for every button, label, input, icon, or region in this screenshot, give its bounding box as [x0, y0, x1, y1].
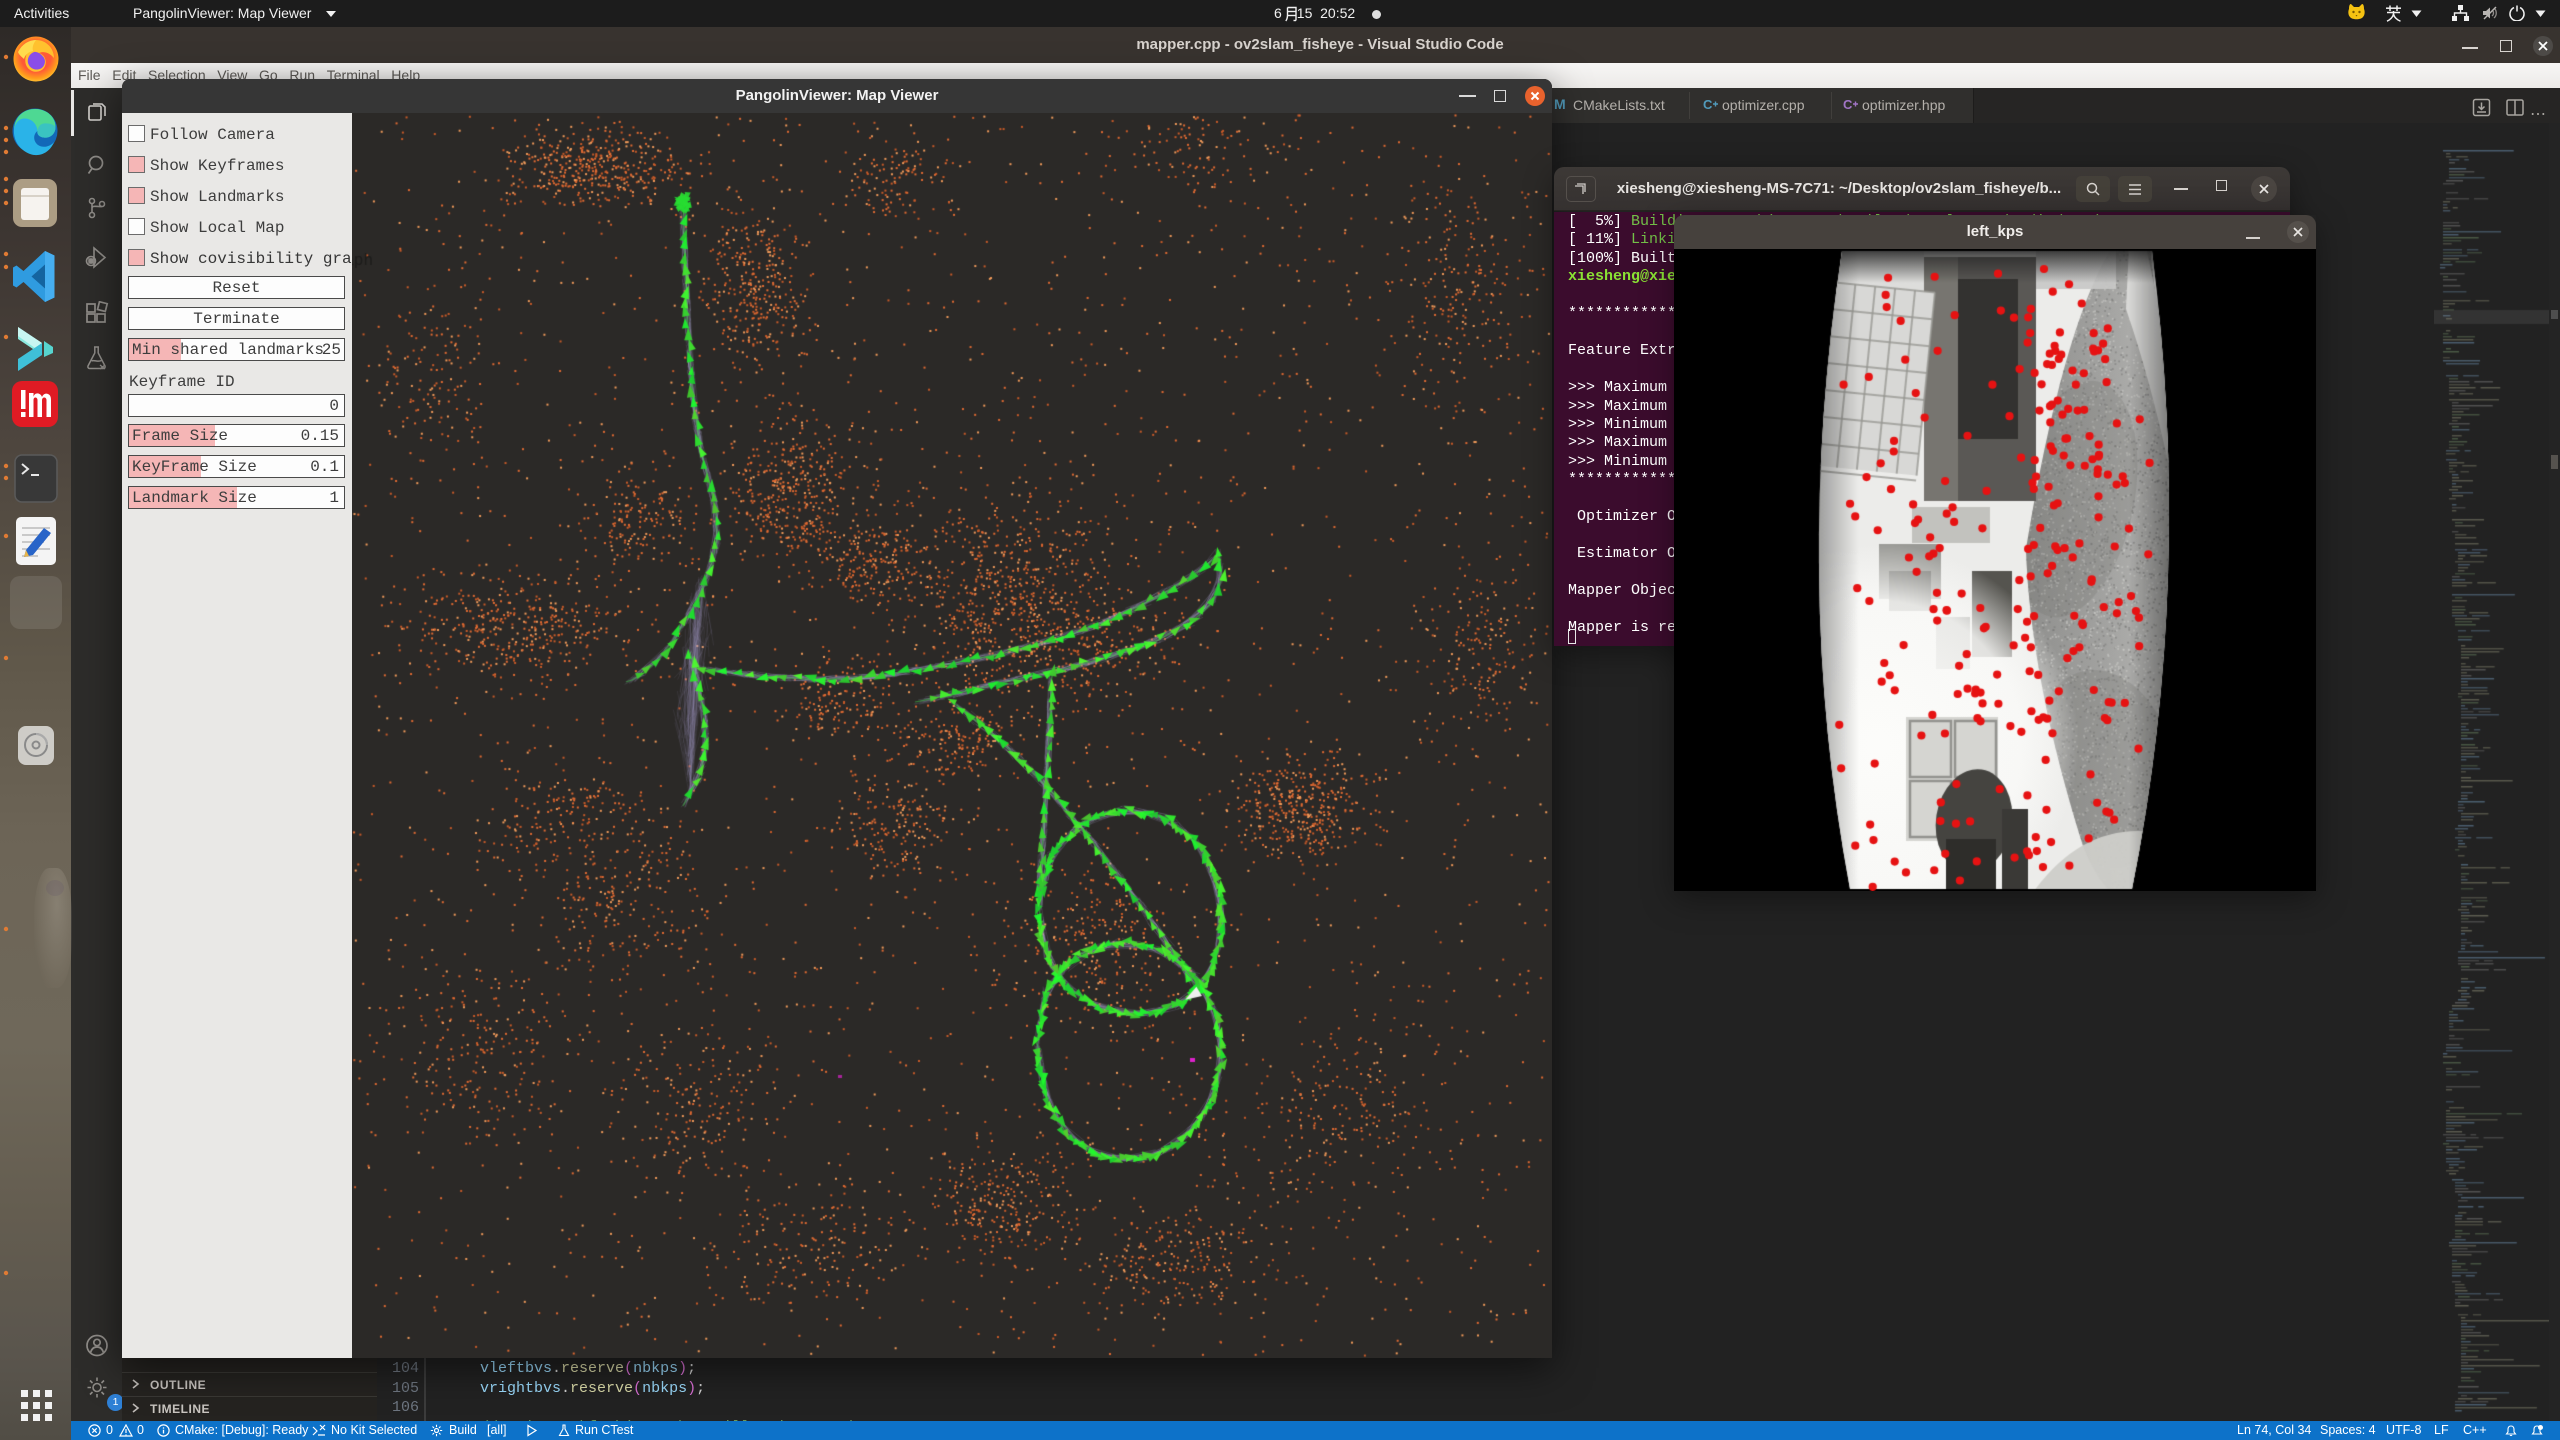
- svg-text:C: C: [1843, 97, 1853, 112]
- svg-text:C: C: [1703, 97, 1713, 112]
